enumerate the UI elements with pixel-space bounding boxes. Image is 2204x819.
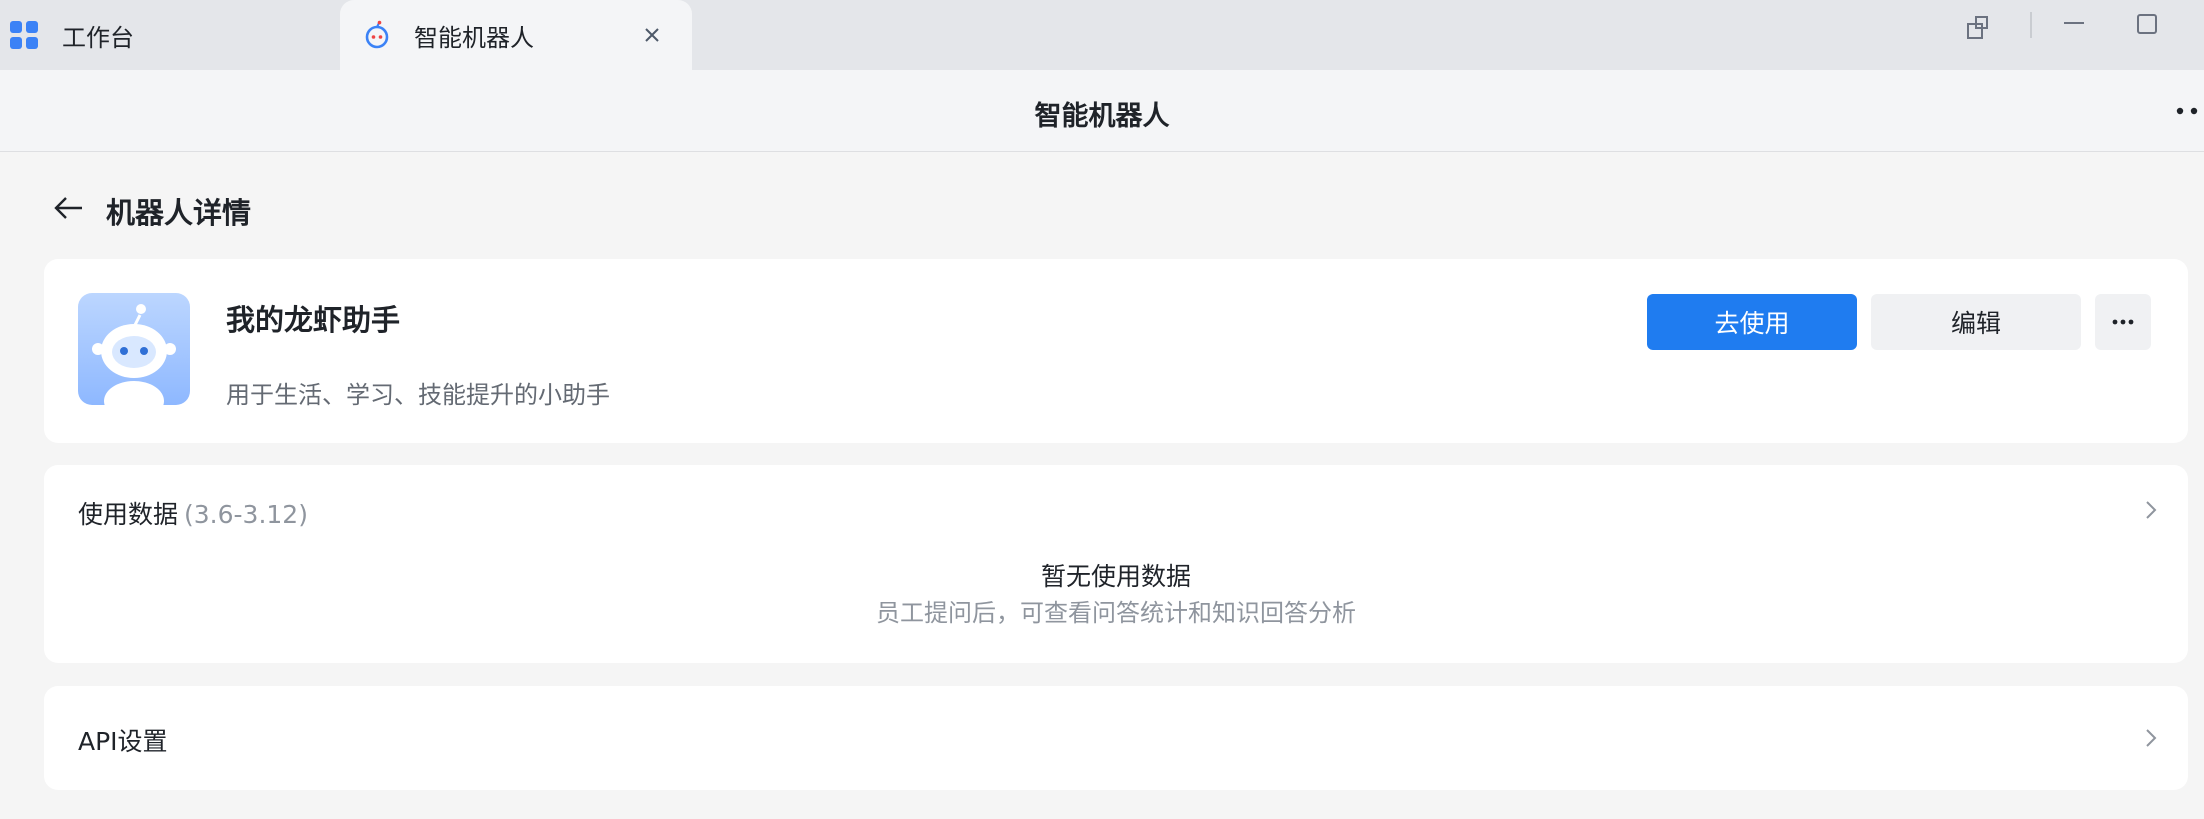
tab-smart-bot-label: 智能机器人	[414, 23, 534, 52]
usage-date-range: (3.6-3.12)	[184, 500, 308, 529]
empty-state-hint: 员工提问后，可查看问答统计和知识回答分析	[876, 599, 1356, 627]
back-arrow-icon[interactable]	[52, 192, 86, 226]
tab-workbench[interactable]: 工作台	[0, 0, 340, 70]
more-dots-icon	[2112, 319, 2134, 325]
close-icon[interactable]	[638, 21, 666, 49]
bot-name: 我的龙虾助手	[226, 303, 401, 337]
minimize-icon[interactable]	[2056, 10, 2092, 46]
bot-profile-card: 我的龙虾助手 用于生活、学习、技能提升的小助手 去使用 编辑	[44, 259, 2188, 443]
bot-description: 用于生活、学习、技能提升的小助手	[226, 381, 610, 409]
usage-section-title: 使用数据 (3.6-3.12)	[78, 495, 308, 531]
app-title: 智能机器人	[1034, 101, 1170, 132]
window-controls-divider	[2030, 12, 2032, 38]
tab-workbench-label: 工作台	[62, 23, 134, 52]
app-header: 智能机器人	[0, 70, 2204, 152]
workbench-grid-icon	[10, 21, 38, 49]
api-settings-card[interactable]: API设置	[44, 686, 2188, 790]
usage-title: 使用数据	[78, 500, 179, 529]
maximize-icon[interactable]	[2129, 10, 2165, 46]
use-button[interactable]: 去使用	[1647, 294, 1857, 350]
more-dots-icon[interactable]	[2174, 104, 2204, 118]
chevron-right-icon[interactable]	[2140, 499, 2162, 521]
api-settings-title: API设置	[78, 727, 168, 756]
chevron-right-icon[interactable]	[2140, 727, 2162, 749]
empty-state-title: 暂无使用数据	[1040, 562, 1191, 591]
usage-data-card[interactable]: 使用数据 (3.6-3.12) 暂无使用数据 员工提问后，可查看问答统计和知识回答…	[44, 465, 2188, 663]
edit-button[interactable]: 编辑	[1871, 294, 2081, 350]
window-tab-bar: 工作台 智能机器人	[0, 0, 2204, 70]
restore-window-icon[interactable]	[1960, 10, 1996, 46]
tab-smart-bot[interactable]: 智能机器人	[340, 0, 692, 70]
page-title: 机器人详情	[106, 196, 252, 230]
bot-tab-icon	[365, 20, 389, 49]
bot-avatar	[78, 293, 190, 405]
more-actions-button[interactable]	[2095, 294, 2151, 350]
